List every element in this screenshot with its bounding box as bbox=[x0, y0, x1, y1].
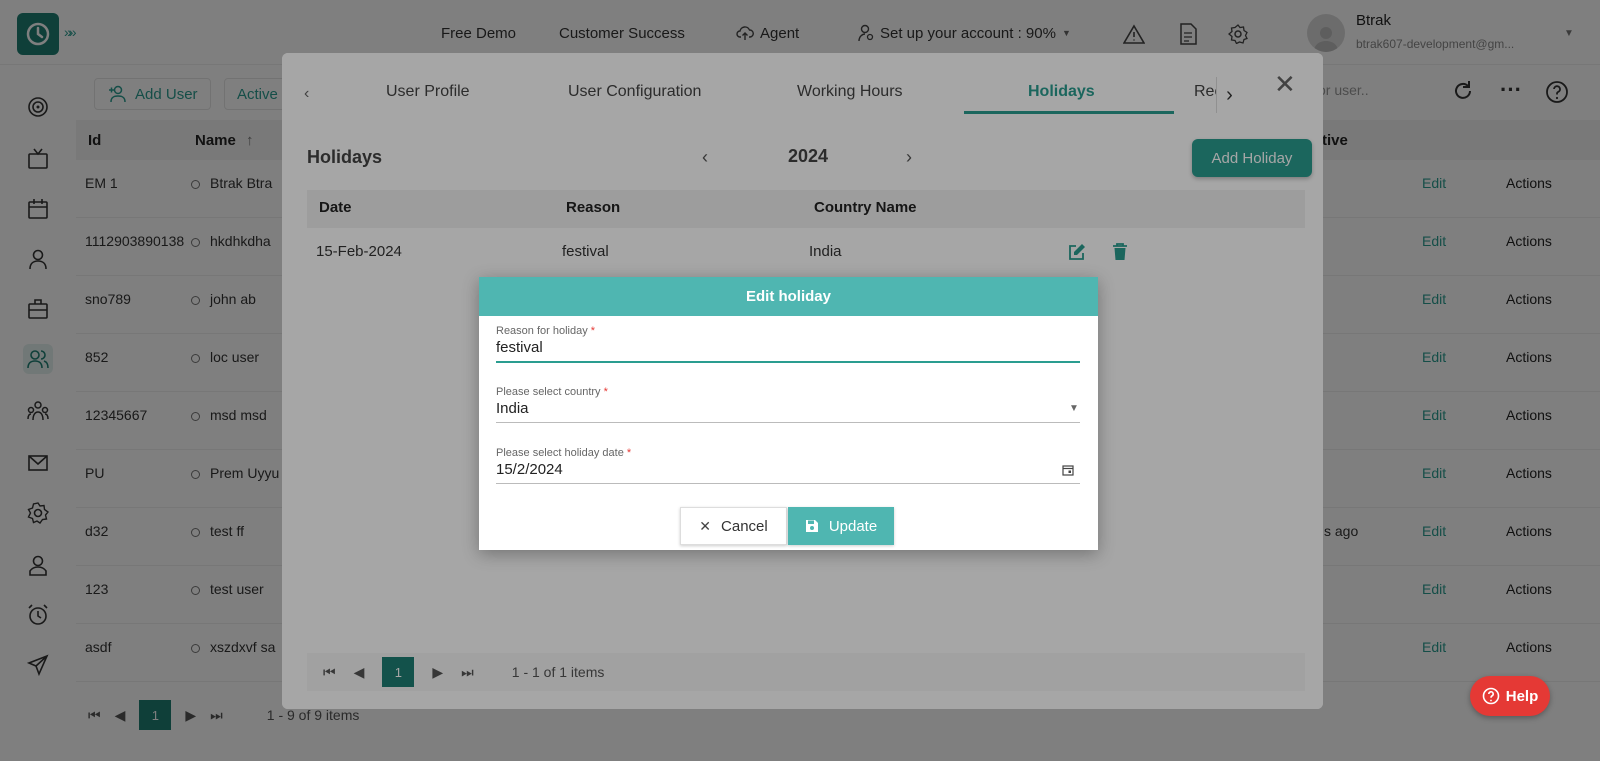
date-label-text: Please select holiday date bbox=[496, 447, 624, 459]
country-select[interactable]: India bbox=[496, 400, 529, 417]
country-label-text: Please select country bbox=[496, 386, 601, 398]
edit-holiday-title: Edit holiday bbox=[479, 277, 1098, 316]
reason-label-text: Reason for holiday bbox=[496, 325, 588, 337]
country-label: Please select country * bbox=[496, 386, 608, 398]
update-label: Update bbox=[828, 517, 878, 535]
dropdown-arrow-icon[interactable]: ▼ bbox=[1069, 403, 1079, 414]
calendar-icon[interactable] bbox=[1062, 463, 1074, 481]
reason-input[interactable]: festival bbox=[496, 339, 543, 356]
cancel-button[interactable]: ✕ Cancel bbox=[680, 507, 787, 545]
date-input[interactable]: 15/2/2024 bbox=[496, 461, 563, 478]
required-mark: * bbox=[626, 447, 632, 459]
required-mark: * bbox=[603, 386, 608, 398]
help-label: Help bbox=[1505, 687, 1539, 705]
help-button[interactable]: Help bbox=[1470, 676, 1550, 716]
country-underline bbox=[496, 422, 1080, 423]
cancel-label: Cancel bbox=[721, 517, 768, 535]
close-icon: ✕ bbox=[699, 517, 712, 534]
required-mark: * bbox=[590, 325, 596, 337]
reason-label: Reason for holiday * bbox=[496, 325, 595, 337]
save-icon bbox=[805, 520, 818, 532]
reason-underline bbox=[496, 361, 1080, 363]
date-label: Please select holiday date * bbox=[496, 447, 631, 459]
edit-holiday-dialog: Edit holiday Reason for holiday * festiv… bbox=[479, 277, 1098, 550]
date-underline bbox=[496, 483, 1080, 484]
update-button[interactable]: Update bbox=[788, 507, 894, 545]
help-circle-icon bbox=[1482, 687, 1500, 705]
